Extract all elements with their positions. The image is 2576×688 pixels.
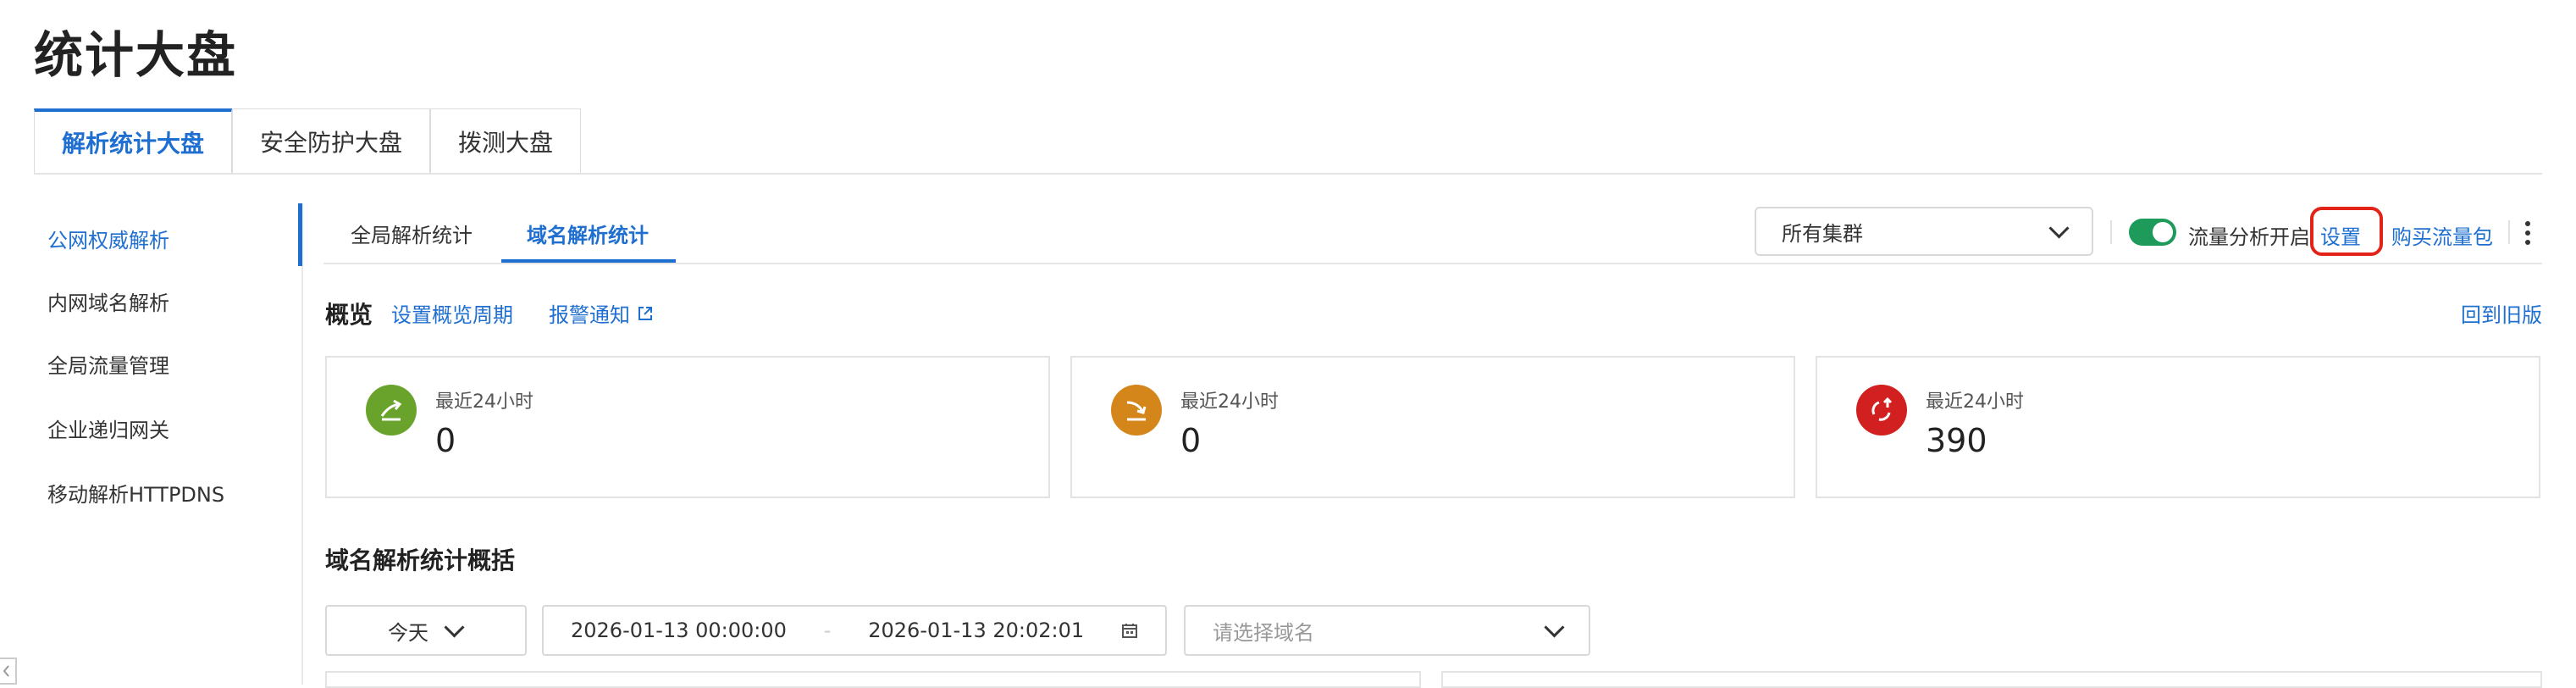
alert-link-label: 报警通知 [549, 303, 630, 327]
cluster-select[interactable]: 所有集群 [1755, 207, 2093, 256]
sidebar-collapse-handle[interactable] [0, 657, 17, 685]
calendar-icon [1121, 624, 1137, 638]
chevron-down-icon [2048, 217, 2070, 239]
subtab-active-underline [501, 259, 676, 263]
page-title: 统计大盘 [34, 26, 238, 84]
start-time[interactable]: 2026-01-13 00:00:00 [571, 619, 787, 642]
chart-panel-left [325, 671, 1421, 688]
arrow-down-in-icon [1111, 385, 1162, 436]
summary-title: 域名解析统计概括 [325, 547, 516, 574]
tab-global-parse-stats[interactable]: 全局解析统计 [351, 219, 473, 248]
refresh-up-icon [1856, 385, 1907, 436]
range-select[interactable]: 今天 [325, 605, 527, 656]
sidebar-item-recursive-gateway[interactable]: 企业递归网关 [47, 413, 169, 443]
chart-panel-right [1441, 671, 2542, 688]
card-3-label: 最近24小时 [1926, 391, 2024, 413]
traffic-analysis-label: 流量分析开启 [2188, 225, 2310, 249]
domain-select-placeholder: 请选择域名 [1213, 620, 1314, 645]
toolbar-separator-2 [2508, 220, 2510, 244]
set-period-link[interactable]: 设置概览周期 [391, 298, 513, 328]
sidebar-item-httpdns[interactable]: 移动解析HTTPDNS [47, 478, 224, 508]
tab-parse-stats[interactable]: 解析统计大盘 [34, 108, 232, 173]
external-link-icon [638, 306, 652, 320]
buy-traffic-package-link[interactable]: 购买流量包 [2391, 220, 2493, 250]
toolbar-separator [2110, 220, 2112, 244]
tab-security-stats[interactable]: 安全防护大盘 [232, 108, 430, 173]
chevron-down-icon [1544, 616, 1565, 638]
more-vertical-icon[interactable] [2523, 219, 2532, 247]
overview-card [1816, 356, 2540, 498]
card-2-label: 最近24小时 [1180, 391, 1279, 413]
sidebar-item-private-zone[interactable]: 内网域名解析 [47, 286, 169, 316]
subtabs-divider [323, 263, 2542, 264]
card-1-label: 最近24小时 [435, 391, 533, 413]
tabs-divider [34, 173, 2542, 175]
range-select-value: 今天 [388, 620, 428, 645]
overview-title: 概览 [325, 301, 373, 329]
overview-card [325, 356, 1050, 498]
tab-domain-parse-stats[interactable]: 域名解析统计 [527, 219, 649, 248]
range-separator: - [823, 619, 832, 642]
arrow-up-out-icon [366, 385, 417, 436]
settings-highlight-box [2310, 207, 2383, 256]
back-to-old-version-link[interactable]: 回到旧版 [2461, 298, 2542, 328]
card-1-value: 0 [435, 422, 456, 459]
chevron-down-icon [444, 616, 465, 638]
sidebar-item-public-authoritative[interactable]: 公网权威解析 [47, 224, 169, 253]
sidebar-active-indicator [298, 203, 302, 266]
card-3-value: 390 [1926, 422, 1987, 459]
sidebar-divider [301, 203, 303, 685]
alert-notification-link[interactable]: 报警通知 [549, 298, 654, 328]
overview-card [1070, 356, 1795, 498]
sidebar-item-global-traffic[interactable]: 全局流量管理 [47, 349, 169, 379]
date-range-picker[interactable]: 2026-01-13 00:00:00 - 2026-01-13 20:02:0… [542, 605, 1167, 656]
cluster-select-value: 所有集群 [1782, 221, 1863, 246]
tab-probe-stats[interactable]: 拨测大盘 [430, 108, 581, 173]
card-2-value: 0 [1180, 422, 1202, 459]
domain-select[interactable]: 请选择域名 [1184, 605, 1590, 656]
end-time[interactable]: 2026-01-13 20:02:01 [868, 619, 1084, 642]
toggle-knob [2153, 222, 2173, 242]
